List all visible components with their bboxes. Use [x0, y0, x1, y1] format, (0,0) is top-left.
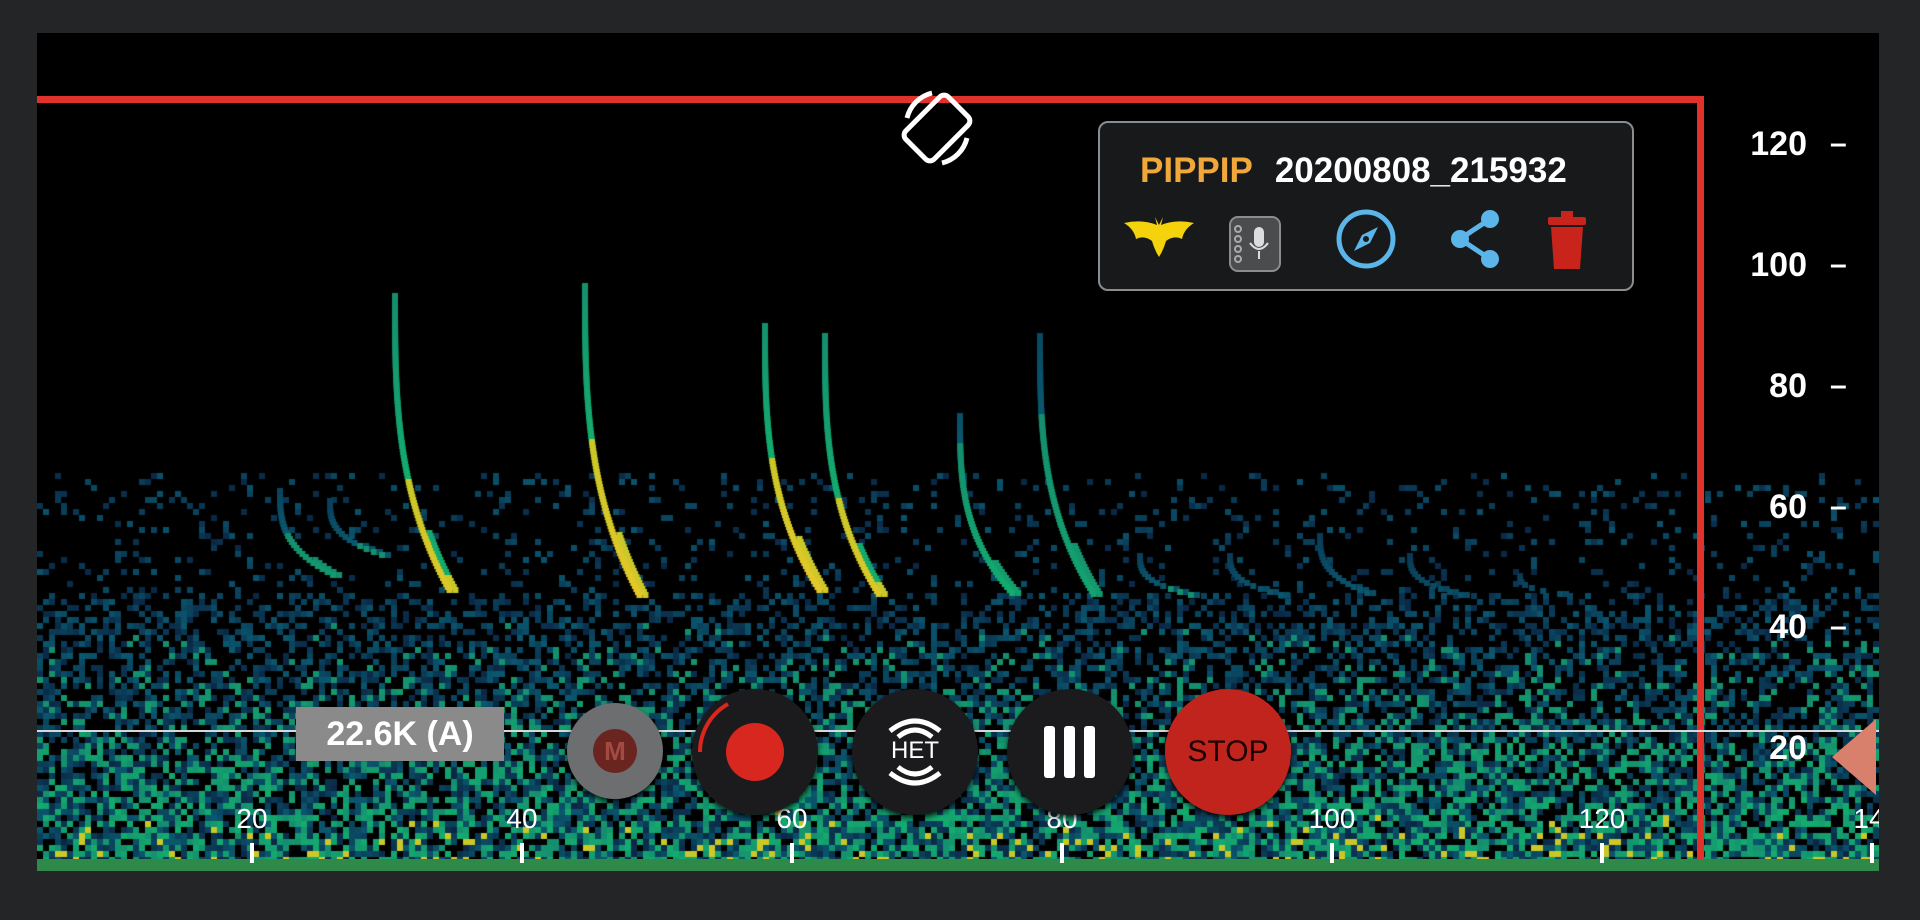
species-code: PIPPIP: [1140, 151, 1253, 190]
y-tick-label: 60: [1769, 488, 1807, 526]
y-tick-label: 100: [1750, 246, 1807, 284]
trash-icon[interactable]: [1544, 209, 1590, 271]
record-button[interactable]: [692, 689, 818, 815]
x-tick-label: 14: [1853, 803, 1879, 834]
x-tick-label: 100: [1308, 803, 1356, 834]
recording-filename: 20200808_215932: [1274, 151, 1567, 190]
compass-icon[interactable]: [1334, 207, 1398, 271]
pause-button[interactable]: [1007, 689, 1133, 815]
stop-button[interactable]: STOP: [1165, 689, 1291, 815]
x-tick-label: 120: [1578, 803, 1626, 834]
pause-bars-icon: [1044, 726, 1095, 778]
x-tick-label: 20: [236, 803, 268, 834]
microphone-notebook-icon[interactable]: [1226, 215, 1284, 273]
x-tick-mark: [1600, 843, 1604, 863]
recording-info-panel: PIPPIP 20200808_215932: [1098, 121, 1634, 291]
screen-rotate-icon[interactable]: [887, 78, 987, 178]
selection-top-line: [37, 96, 1704, 103]
x-tick-mark: [1870, 843, 1874, 863]
heterodyne-button[interactable]: HET: [852, 689, 978, 815]
y-tick-label: 40: [1769, 608, 1807, 646]
x-tick-mark: [1060, 843, 1064, 863]
y-tick-mark: –: [1830, 248, 1847, 281]
frequency-readout: 22.6K (A): [296, 707, 504, 761]
y-tick-mark: –: [1830, 369, 1847, 402]
y-tick-label: 120: [1750, 125, 1807, 163]
y-tick-label: 80: [1769, 367, 1807, 405]
x-tick-mark: [520, 843, 524, 863]
y-tick-mark: –: [1830, 127, 1847, 160]
record-progress-ring: [697, 702, 730, 753]
y-tick-mark: –: [1830, 490, 1847, 523]
spectrogram-screen[interactable]: PIPPIP 20200808_215932 120 100 80 60 40 …: [37, 33, 1879, 871]
bat-icon[interactable]: [1122, 211, 1196, 259]
het-label: HET: [891, 737, 939, 764]
share-icon[interactable]: [1446, 207, 1506, 271]
selection-right-line[interactable]: [1697, 98, 1704, 871]
x-tick-mark: [1330, 843, 1334, 863]
frequency-pointer-handle[interactable]: [1832, 719, 1876, 795]
recording-title: PIPPIP 20200808_215932: [1140, 151, 1567, 191]
x-tick-mark: [250, 843, 254, 863]
x-tick-mark: [790, 843, 794, 863]
x-tick-label: 40: [506, 803, 538, 834]
marker-label: M: [593, 729, 637, 773]
y-tick-label: 20: [1769, 729, 1807, 767]
marker-button[interactable]: M: [567, 703, 663, 799]
y-tick-mark: –: [1830, 610, 1847, 643]
